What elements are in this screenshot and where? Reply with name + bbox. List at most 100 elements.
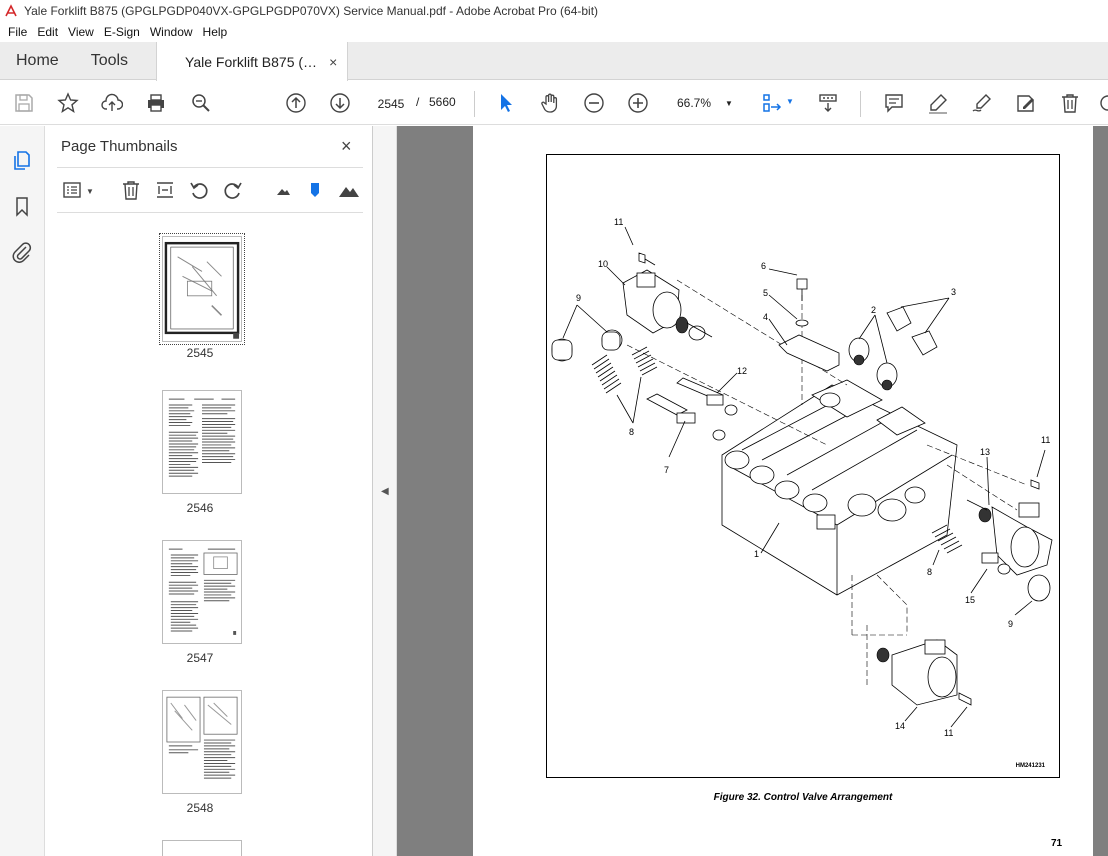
chevron-down-icon: ▼ [725, 98, 733, 108]
hand-tool-icon[interactable] [538, 91, 562, 115]
left-navigation-rail [0, 126, 45, 856]
zoom-level-select[interactable]: 66.7% ▼ [669, 91, 741, 115]
highlight-pen-icon[interactable] [926, 91, 950, 115]
window-title: Yale Forklift B875 (GPGLPGDP040VX-GPGLPG… [24, 4, 599, 18]
page-separator: / [416, 95, 420, 109]
thumbnail-page-2547[interactable] [162, 540, 242, 644]
callout-2: 2 [871, 305, 877, 315]
thumbnail-page-next[interactable] [162, 840, 242, 856]
control-valve-diagram [551, 226, 1053, 728]
thumbnail-preview [164, 241, 240, 339]
thumbnail-label: 2545 [186, 346, 214, 360]
total-pages: 5660 [429, 95, 456, 109]
menu-edit[interactable]: Edit [33, 25, 64, 39]
figure-caption: Figure 32. Control Valve Arrangement [713, 792, 893, 803]
thumbnail-page-2548[interactable] [162, 690, 242, 794]
scrolling-mode-icon[interactable] [816, 91, 840, 115]
collapse-panel-arrow-icon[interactable]: ◀ [381, 486, 389, 497]
tab-tools[interactable]: Tools [75, 42, 144, 79]
panel-divider [57, 212, 363, 213]
callout-6: 6 [761, 261, 767, 271]
thumbnail-label: 2547 [186, 651, 214, 665]
callout-12: 12 [737, 366, 748, 376]
callout-14: 14 [895, 721, 906, 731]
sign-pen-icon[interactable] [970, 91, 994, 115]
solenoid-14 [876, 639, 972, 706]
comment-icon[interactable] [882, 91, 906, 115]
panel-collapse-strip: ◀ [373, 126, 397, 856]
insert-page-icon[interactable] [153, 178, 177, 202]
title-bar: Yale Forklift B875 (GPGLPGDP040VX-GPGLPG… [0, 0, 1108, 22]
close-tab-icon[interactable]: × [329, 54, 337, 70]
save-icon[interactable] [12, 91, 36, 115]
callout-10: 10 [598, 259, 609, 269]
menu-window[interactable]: Window [146, 25, 199, 39]
zoom-search-icon[interactable] [189, 91, 213, 115]
thumbnail-preview [168, 548, 238, 635]
pdf-page: 11 10 9 6 5 4 3 2 12 8 7 11 13 1 8 15 9 … [473, 126, 1093, 856]
thumbnail-options-icon[interactable] [61, 178, 85, 202]
next-page-icon[interactable] [328, 91, 352, 115]
zoom-in-icon[interactable] [626, 91, 650, 115]
figure-frame: 11 10 9 6 5 4 3 2 12 8 7 11 13 1 8 15 9 … [546, 154, 1060, 778]
menu-esign[interactable]: E-Sign [100, 25, 146, 39]
upload-cloud-icon[interactable] [100, 91, 124, 115]
tab-home[interactable]: Home [0, 42, 75, 79]
previous-page-icon[interactable] [284, 91, 308, 115]
rotate-counterclockwise-icon[interactable] [187, 178, 211, 202]
callout-11-bottom: 11 [944, 728, 954, 738]
acrobat-icon [5, 4, 17, 17]
rotate-clockwise-icon[interactable] [221, 178, 245, 202]
page-fit-icon[interactable] [760, 91, 784, 115]
close-panel-icon[interactable]: × [341, 136, 352, 157]
figure-code: HM241231 [1015, 763, 1045, 769]
document-viewport[interactable]: 11 10 9 6 5 4 3 2 12 8 7 11 13 1 8 15 9 … [397, 126, 1108, 856]
options-chevron-icon[interactable]: ▼ [86, 187, 94, 196]
solenoid-10 [622, 269, 713, 341]
panel-toolbar: ▼ [45, 170, 373, 210]
toolbar-divider [860, 91, 861, 117]
more-tools-icon[interactable] [1096, 91, 1108, 115]
page-thumbnails-icon[interactable] [10, 148, 34, 172]
thumbnail-small-icon[interactable] [271, 178, 295, 202]
select-cursor-icon[interactable] [494, 91, 518, 115]
callout-11-right: 11 [1041, 435, 1051, 445]
thumbnail-list: 2545 2546 2547 2548 [45, 218, 355, 856]
callout-11: 11 [614, 217, 624, 227]
thumbnail-large-icon[interactable] [337, 178, 361, 202]
thumbnail-label: 2546 [186, 501, 214, 515]
panel-title: Page Thumbnails [61, 138, 178, 155]
fill-sign-icon[interactable] [1014, 91, 1038, 115]
menu-bar: File Edit View E-Sign Window Help [0, 22, 1108, 42]
callout-4: 4 [763, 312, 769, 322]
menu-view[interactable]: View [64, 25, 100, 39]
tab-document[interactable]: Yale Forklift B875 (… × [156, 42, 349, 81]
delete-trash-icon[interactable] [1058, 91, 1082, 115]
toolbar-divider [474, 91, 475, 117]
thumbnail-preview [166, 696, 238, 779]
thumbnail-page-2546[interactable] [162, 390, 242, 494]
thumbnail-page-2545[interactable] [159, 233, 245, 345]
callout-1: 1 [754, 549, 760, 559]
delete-page-icon[interactable] [119, 178, 143, 202]
page-thumbnails-panel: Page Thumbnails × ▼ 2545 2546 2547 2548 [45, 126, 414, 856]
zoom-level-value: 66.7% [677, 96, 712, 110]
callout-8: 8 [629, 427, 635, 437]
menu-file[interactable]: File [4, 25, 33, 39]
callout-5: 5 [763, 288, 769, 298]
callout-8-right: 8 [927, 567, 933, 577]
thumbnail-size-slider-icon[interactable] [303, 178, 327, 202]
callout-3: 3 [951, 287, 957, 297]
page-fit-chevron-icon[interactable]: ▼ [786, 97, 794, 106]
zoom-out-icon[interactable] [582, 91, 606, 115]
main-toolbar: 2545 / 5660 66.7% ▼ ▼ [0, 81, 1108, 125]
bookmark-star-icon[interactable] [56, 91, 80, 115]
bookmarks-icon[interactable] [10, 194, 34, 218]
callout-9-right: 9 [1008, 619, 1014, 629]
thumbnail-preview [168, 398, 236, 477]
print-icon[interactable] [144, 91, 168, 115]
page-number-input[interactable]: 2545 [370, 91, 412, 115]
attachments-icon[interactable] [10, 240, 34, 264]
thumbnail-label: 2548 [186, 801, 214, 815]
menu-help[interactable]: Help [199, 25, 234, 39]
